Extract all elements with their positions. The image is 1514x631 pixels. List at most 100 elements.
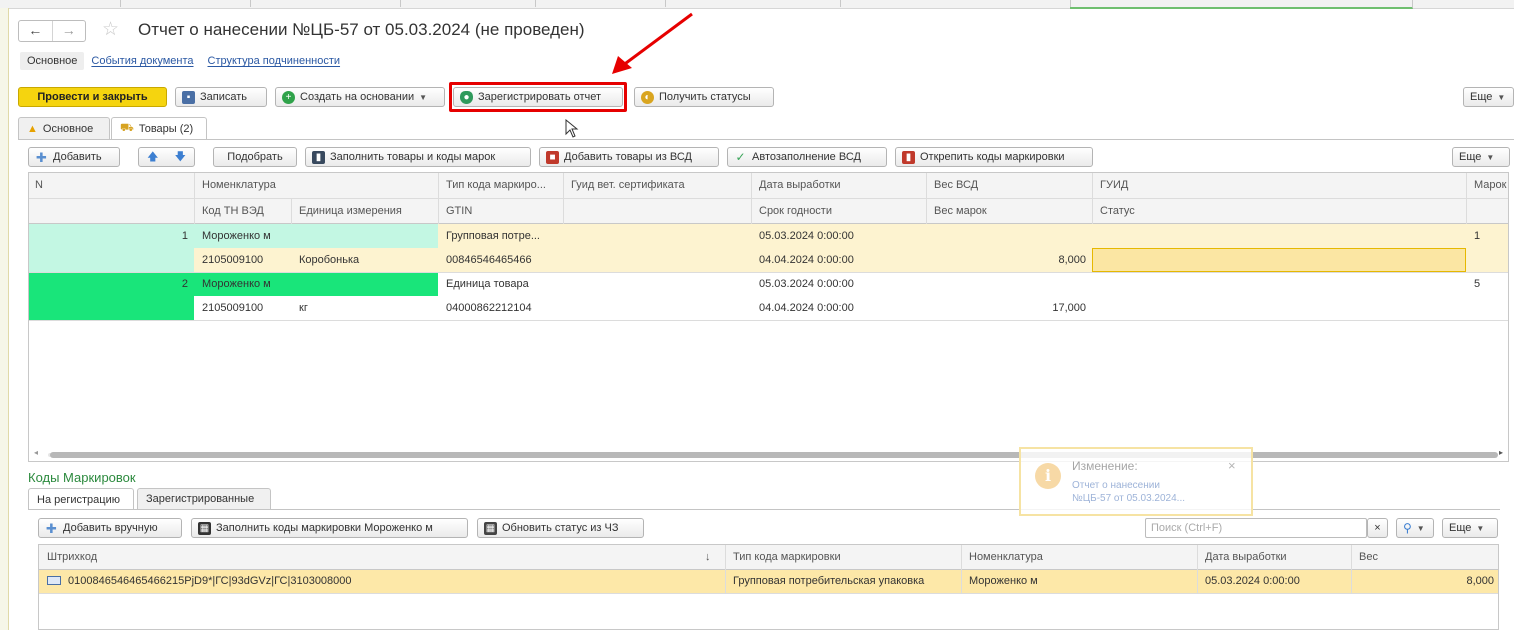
- expiry-value[interactable]: 04.04.2024 0:00:00: [753, 296, 926, 320]
- scroll-thumb[interactable]: [50, 452, 1498, 458]
- tnved-value[interactable]: 2105009100: [196, 248, 291, 272]
- window-tab[interactable]: [0, 0, 121, 7]
- tab-main[interactable]: ▲ Основное: [18, 117, 110, 139]
- unpin-codes-button[interactable]: ▮ Открепить коды маркировки: [895, 147, 1093, 167]
- star-icon[interactable]: ☆: [102, 18, 119, 41]
- tnved-value[interactable]: 2105009100: [196, 296, 291, 320]
- nomenclature-value[interactable]: Мороженко м: [196, 224, 438, 248]
- create-based-on-button[interactable]: + Создать на основании ▼: [275, 87, 445, 107]
- code-type-value[interactable]: Единица товара: [440, 272, 563, 296]
- col-gtin[interactable]: GTIN: [440, 199, 563, 223]
- pick-button[interactable]: Подобрать: [213, 147, 297, 167]
- fill-goods-codes-button[interactable]: ▮ Заполнить товары и коды марок: [305, 147, 531, 167]
- clear-search-button[interactable]: ×: [1367, 518, 1388, 538]
- add-goods-vsd-button[interactable]: ■ Добавить товары из ВСД: [539, 147, 719, 167]
- search-input[interactable]: Поиск (Ctrl+F): [1145, 518, 1367, 538]
- notification-link-line2[interactable]: №ЦБ-57 от 05.03.2024...: [1072, 493, 1185, 504]
- window-tab[interactable]: [665, 0, 841, 7]
- add-manually-button[interactable]: ✚ Добавить вручную: [38, 518, 182, 538]
- get-statuses-button[interactable]: ◐ Получить статусы: [634, 87, 774, 107]
- section-main[interactable]: Основное: [20, 52, 85, 70]
- window-tab[interactable]: [120, 0, 251, 7]
- col-tnved[interactable]: Код ТН ВЭД: [196, 199, 291, 223]
- close-icon[interactable]: ×: [1228, 458, 1236, 473]
- col-production-date[interactable]: Дата выработки: [753, 173, 926, 197]
- notification-link-line1[interactable]: Отчет о нанесении: [1072, 480, 1160, 491]
- arrow-down-icon[interactable]: 🡇: [175, 148, 186, 167]
- post-and-close-button[interactable]: Провести и закрыть: [18, 87, 167, 107]
- tab-registered[interactable]: Зарегистрированные: [137, 488, 271, 509]
- code-type-value[interactable]: Групповая потре...: [440, 224, 563, 248]
- marks-weight-value[interactable]: 17,000: [928, 296, 1092, 320]
- chevron-down-icon: ▼: [1486, 152, 1495, 162]
- change-notification[interactable]: i Изменение: × Отчет о нанесении №ЦБ-57 …: [1019, 447, 1253, 516]
- window-tab-active[interactable]: [1070, 0, 1413, 9]
- col-expiry[interactable]: Срок годности: [753, 199, 926, 223]
- scroll-right-icon[interactable]: ▸: [1499, 448, 1503, 457]
- expiry-value[interactable]: 04.04.2024 0:00:00: [753, 248, 926, 272]
- production-date-value[interactable]: 05.03.2024 0:00:00: [753, 224, 926, 248]
- col-nomenclature[interactable]: Номенклатура: [963, 545, 1197, 569]
- more-button[interactable]: Еще ▼: [1463, 87, 1514, 107]
- box-icon: ■: [546, 150, 559, 164]
- fill-marking-codes-label: Заполнить коды маркировки Мороженко м: [216, 522, 433, 534]
- gtin-value[interactable]: 04000862212104: [440, 296, 563, 320]
- col-marks-weight[interactable]: Вес марок: [928, 199, 1092, 223]
- col-status[interactable]: Статус: [1094, 199, 1466, 223]
- forward-button[interactable]: →: [51, 21, 86, 41]
- goods-more-button[interactable]: Еще ▼: [1452, 147, 1510, 167]
- marks-weight-value[interactable]: 8,000: [928, 248, 1092, 272]
- arrow-up-icon[interactable]: 🡅: [147, 148, 158, 167]
- codes-section-title: Коды Маркировок: [28, 470, 136, 485]
- marks-value[interactable]: 5: [1468, 272, 1508, 296]
- col-code-type[interactable]: Тип кода маркировки: [727, 545, 961, 569]
- scroll-left-icon[interactable]: ◂: [34, 448, 38, 457]
- save-button[interactable]: ▪ Записать: [175, 87, 267, 107]
- weight-value[interactable]: 8,000: [1353, 569, 1498, 593]
- update-status-button[interactable]: ▦ Обновить статус из ЧЗ: [477, 518, 644, 538]
- production-date-value[interactable]: 05.03.2024 0:00:00: [753, 272, 926, 296]
- col-vsd-weight[interactable]: Вес ВСД: [928, 173, 1092, 197]
- back-button[interactable]: ←: [19, 21, 52, 41]
- mouse-cursor-icon: [565, 119, 579, 138]
- col-marks[interactable]: Марок: [1468, 173, 1508, 197]
- annotation-arrow-icon: [612, 12, 693, 74]
- codes-more-button[interactable]: Еще ▼: [1442, 518, 1498, 538]
- production-date-value[interactable]: 05.03.2024 0:00:00: [1199, 569, 1351, 593]
- add-button[interactable]: ✚ Добавить: [28, 147, 120, 167]
- chevron-down-icon: ▼: [1416, 523, 1425, 533]
- window-tab[interactable]: [840, 0, 1071, 7]
- tab-goods[interactable]: ⛟ Товары (2): [111, 117, 207, 140]
- col-weight[interactable]: Вес: [1353, 545, 1498, 569]
- col-vet-guid[interactable]: Гуид вет. сертификата: [565, 173, 751, 197]
- code-type-value[interactable]: Групповая потребительская упаковка: [727, 569, 961, 593]
- unit-value[interactable]: кг: [293, 296, 438, 320]
- grid-line: [29, 320, 1508, 321]
- section-document-events[interactable]: События документа: [84, 52, 200, 70]
- col-production-date[interactable]: Дата выработки: [1199, 545, 1351, 569]
- sort-desc-icon[interactable]: ↓: [699, 545, 725, 569]
- col-barcode[interactable]: Штрихкод: [41, 545, 691, 569]
- col-unit[interactable]: Единица измерения: [293, 199, 438, 223]
- search-button[interactable]: ⚲ ▼: [1396, 518, 1434, 538]
- col-n[interactable]: N: [29, 173, 194, 197]
- horizontal-scrollbar[interactable]: ◂ ▸: [28, 448, 1509, 461]
- col-nomenclature[interactable]: Номенклатура: [196, 173, 438, 197]
- col-code-type[interactable]: Тип кода маркиро...: [440, 173, 563, 197]
- nomenclature-value[interactable]: Мороженко м: [196, 272, 438, 296]
- window-tab[interactable]: [250, 0, 401, 7]
- nomenclature-value[interactable]: Мороженко м: [963, 569, 1197, 593]
- marks-value[interactable]: 1: [1468, 224, 1508, 248]
- tab-pending-registration[interactable]: На регистрацию: [28, 488, 134, 510]
- window-tab[interactable]: [400, 0, 536, 7]
- autofill-vsd-button[interactable]: ✓ Автозаполнение ВСД: [727, 147, 887, 167]
- fill-marking-codes-button[interactable]: ▦ Заполнить коды маркировки Мороженко м: [191, 518, 468, 538]
- status-cell-active[interactable]: [1092, 248, 1466, 272]
- create-based-label: Создать на основании: [300, 91, 415, 103]
- window-tab[interactable]: [535, 0, 666, 7]
- unit-value[interactable]: Коробонька: [293, 248, 438, 272]
- col-guid[interactable]: ГУИД: [1094, 173, 1466, 197]
- barcode-value[interactable]: 0100846546465466215PjD9*|ГС|93dGVz|ГС|31…: [41, 569, 725, 593]
- gtin-value[interactable]: 00846546465466: [440, 248, 563, 272]
- section-hierarchy[interactable]: Структура подчиненности: [201, 52, 348, 70]
